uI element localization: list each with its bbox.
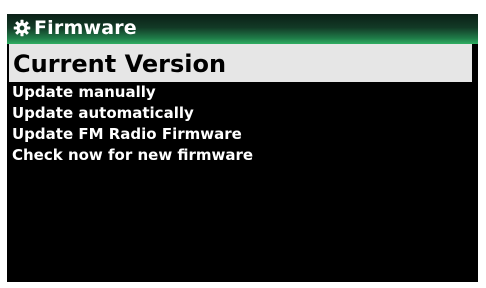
menu-item-check-new-firmware[interactable]: Check now for new firmware: [7, 145, 478, 166]
firmware-screen: Firmware Current Version Update manually…: [7, 14, 478, 282]
title-bar: Firmware: [7, 14, 478, 44]
menu-item-current-version[interactable]: Current Version: [9, 44, 472, 82]
firmware-menu: Current Version Update manually Update a…: [7, 44, 478, 166]
menu-item-update-automatically[interactable]: Update automatically: [7, 103, 478, 124]
gear-icon: [13, 19, 31, 37]
menu-item-update-fm-radio-firmware[interactable]: Update FM Radio Firmware: [7, 124, 478, 145]
menu-item-update-manually[interactable]: Update manually: [7, 82, 478, 103]
page-title: Firmware: [34, 17, 137, 39]
